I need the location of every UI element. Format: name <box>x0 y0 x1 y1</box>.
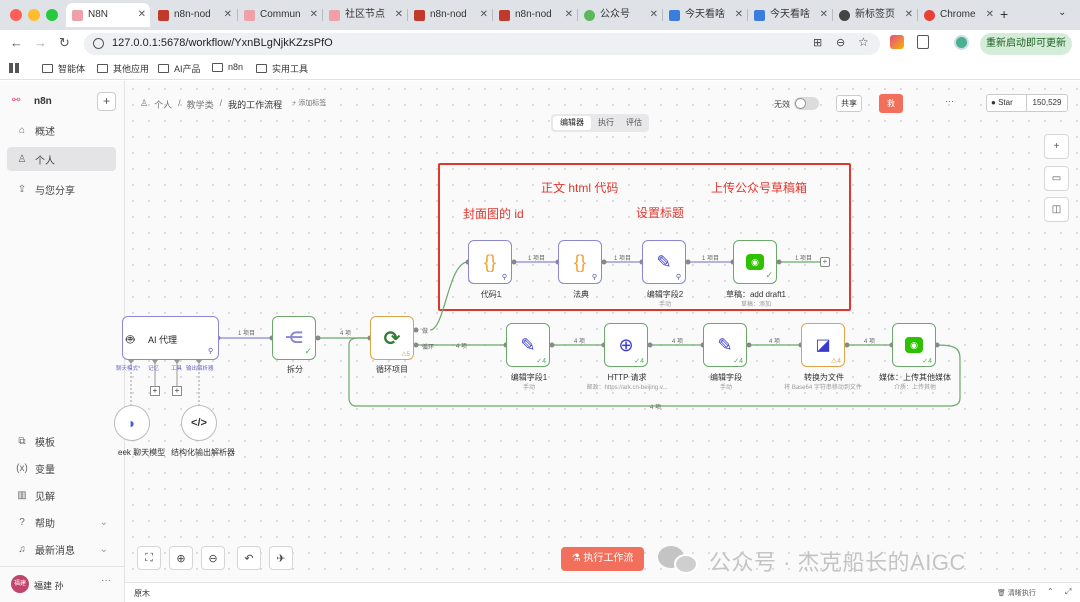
edge-label-loop: 循环 <box>422 345 435 351</box>
check-icon: ✓ <box>765 270 773 280</box>
pencil-icon: ✎ <box>717 334 733 355</box>
pin-icon: ⚲ <box>208 348 214 355</box>
node-ai-agent[interactable]: 🤖︎ AI 代理 ⚲ <box>122 316 219 360</box>
check-icon: ✓4 <box>634 358 644 365</box>
port-output-parser: 输出解析器 <box>186 366 214 372</box>
file-icon: ◪ <box>815 337 831 354</box>
node-edit2[interactable]: ✎ ⚲ <box>642 240 686 284</box>
node-draft[interactable]: ◉ ✓ <box>733 240 777 284</box>
execute-workflow-button[interactable]: ⚗ 执行工作流 <box>561 547 644 571</box>
node-code2[interactable]: {} ⚲ <box>558 240 602 284</box>
node-label: AI 代理 <box>148 335 178 345</box>
edge-label: 4 项 <box>574 339 586 345</box>
edge-label: 4 项 <box>340 331 352 337</box>
edge-label: 4 项 <box>650 405 662 411</box>
node-subtitle: 介质：上传其他 <box>893 385 936 391</box>
node-http[interactable]: ⊕ ✓4 <box>604 323 648 367</box>
edge-label: 1 项目 <box>614 256 632 262</box>
port-memory: 记忆 <box>148 366 160 372</box>
zoom-out-button[interactable]: ⊖ <box>201 546 225 570</box>
edge-label: 1 项目 <box>795 256 813 262</box>
node-code1[interactable]: {} ⚲ <box>468 240 512 284</box>
check-icon: ✓4 <box>733 358 743 365</box>
whale-icon: ◗ <box>127 415 137 431</box>
braces-icon: {} <box>483 251 497 272</box>
globe-icon: ⊕ <box>618 334 634 355</box>
wechat-icon: ◉ <box>746 254 764 270</box>
edge-label: 4 项 <box>864 339 876 345</box>
edge-label: 4 项 <box>769 339 781 345</box>
split-icon: ⋲ <box>284 330 304 347</box>
node-label: 拆分 <box>287 365 303 374</box>
node-media-upload[interactable]: ◉ ✓4 <box>892 323 936 367</box>
expand-icon[interactable]: ⤢ <box>1065 587 1071 597</box>
pin-icon: ⚲ <box>591 274 597 281</box>
edge-label: 4 项 <box>456 344 468 350</box>
flask-icon: ⚗ <box>571 553 584 564</box>
edge-label-done: 做 <box>422 329 429 335</box>
add-memory-button[interactable]: + <box>150 386 160 396</box>
node-subtitle: 草稿：添加 <box>740 302 771 308</box>
node-output-parser[interactable]: </> <box>181 405 217 441</box>
braces-icon: {} <box>573 251 587 272</box>
tidy-up-button[interactable]: ✈ <box>269 546 293 570</box>
check-icon: ✓4 <box>536 358 546 365</box>
wechat-icon: ◉ <box>905 337 923 353</box>
pin-icon: ⚲ <box>675 274 681 281</box>
node-subtitle: 手动 <box>522 385 535 391</box>
pin-icon: ⚲ <box>501 274 507 281</box>
node-edit[interactable]: ✎ ✓4 <box>703 323 747 367</box>
connections-layer <box>128 259 961 407</box>
edge-label: 1 项目 <box>238 331 256 337</box>
log-footer: 原木 🗑︎ 清晰执行 ⌃ ⤢ <box>125 582 1080 602</box>
node-subtitle: 手动 <box>658 302 671 308</box>
pencil-icon: ✎ <box>520 334 536 355</box>
port-chat-model: 聊天模式* <box>116 366 141 372</box>
watermark-text: 公众号 · 杰克船长的AIGC <box>709 550 966 575</box>
logs-label[interactable]: 原木 <box>134 588 150 599</box>
clear-execution-button[interactable]: 🗑︎ 清晰执行 <box>997 588 1036 598</box>
node-subtitle: 手动 <box>719 385 732 391</box>
check-icon: ✓ <box>304 346 312 356</box>
edge-label: 4 项 <box>672 339 684 345</box>
robot-icon: 🤖︎ <box>126 331 135 347</box>
code-icon: </> <box>191 417 207 429</box>
add-node-button[interactable]: + <box>820 257 830 267</box>
port-tool: 工具 <box>171 366 183 372</box>
edge-label: 1 项目 <box>528 256 546 262</box>
node-subtitle: 将 Base64 字符串移动到文件 <box>784 385 862 391</box>
check-icon: ✓4 <box>922 358 932 365</box>
node-to-file[interactable]: ◪ ⚠4 <box>801 323 845 367</box>
loop-icon: ⟳ <box>383 327 401 350</box>
fit-view-button[interactable]: ⛶ <box>137 546 161 570</box>
add-tool-button[interactable]: + <box>172 386 182 396</box>
edge-label: 1 项目 <box>702 256 720 262</box>
node-label: 循环项目 <box>376 365 408 374</box>
node-label: 代码1 <box>480 290 502 299</box>
wechat-watermark-icon <box>658 542 702 576</box>
pencil-icon: ✎ <box>656 251 672 272</box>
node-split[interactable]: ⋲ ✓ <box>272 316 316 360</box>
node-subtitle: 邮政：https://ark.cn-beijing.v... <box>586 385 668 391</box>
trash-icon: 🗑︎ <box>997 590 1006 597</box>
node-loop[interactable]: ⟳ ⚠5 <box>370 316 414 360</box>
node-label: 法典 <box>573 290 589 299</box>
node-deepseek[interactable]: ◗ <box>114 405 150 441</box>
warning-badge: ⚠5 <box>401 352 410 358</box>
node-label: 结构化输出解析器 <box>171 448 235 457</box>
chevron-up-icon[interactable]: ⌃ <box>1047 587 1054 596</box>
node-edit1[interactable]: ✎ ✓4 <box>506 323 550 367</box>
node-label: eek 聊天模型 <box>118 448 166 457</box>
undo-button[interactable]: ↶ <box>237 546 261 570</box>
zoom-in-button[interactable]: ⊕ <box>169 546 193 570</box>
warning-badge: ⚠4 <box>830 358 841 365</box>
